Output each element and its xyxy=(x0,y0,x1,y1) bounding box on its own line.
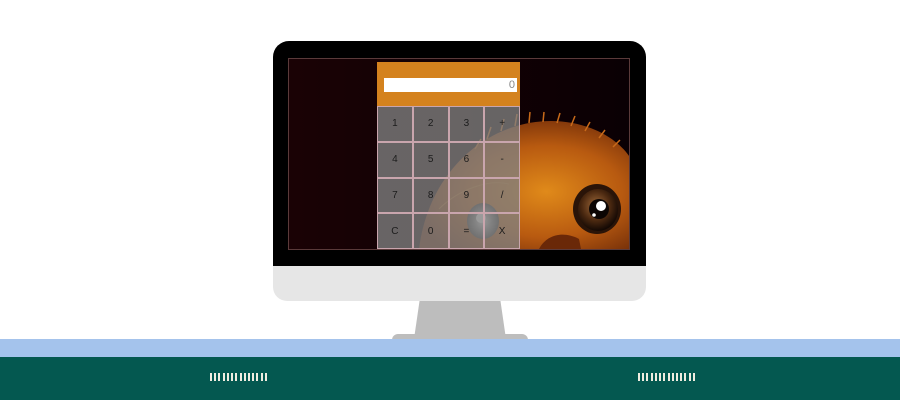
calculator-keypad: 1 2 3 + 4 5 6 - 7 8 9 / C 0 = X xyxy=(377,106,520,249)
drawer-handle-right-icon xyxy=(638,371,695,383)
key-3[interactable]: 3 xyxy=(448,106,485,142)
calculator: 1 2 3 + 4 5 6 - 7 8 9 / C 0 = X xyxy=(377,62,520,249)
key-clear[interactable]: C xyxy=(377,213,413,249)
key-9[interactable]: 9 xyxy=(448,177,485,214)
desk-front xyxy=(0,357,900,400)
key-plus[interactable]: + xyxy=(484,106,520,142)
drawer-handle-left-icon xyxy=(210,371,267,383)
monitor-screen: 1 2 3 + 4 5 6 - 7 8 9 / C 0 = X xyxy=(288,58,630,250)
key-5[interactable]: 5 xyxy=(412,141,449,178)
key-divide[interactable]: / xyxy=(484,177,520,214)
key-minus[interactable]: - xyxy=(484,141,520,178)
key-multiply[interactable]: X xyxy=(484,213,520,249)
calculator-display-input[interactable] xyxy=(384,78,517,92)
key-1[interactable]: 1 xyxy=(377,106,413,142)
key-8[interactable]: 8 xyxy=(412,177,449,214)
key-6[interactable]: 6 xyxy=(448,141,485,178)
monitor-chin xyxy=(273,266,646,301)
desk-surface xyxy=(0,339,900,357)
calculator-display-panel xyxy=(377,62,520,106)
key-equals[interactable]: = xyxy=(448,213,485,249)
key-4[interactable]: 4 xyxy=(377,141,413,178)
key-0[interactable]: 0 xyxy=(412,213,449,249)
key-7[interactable]: 7 xyxy=(377,177,413,214)
key-2[interactable]: 2 xyxy=(412,106,449,142)
